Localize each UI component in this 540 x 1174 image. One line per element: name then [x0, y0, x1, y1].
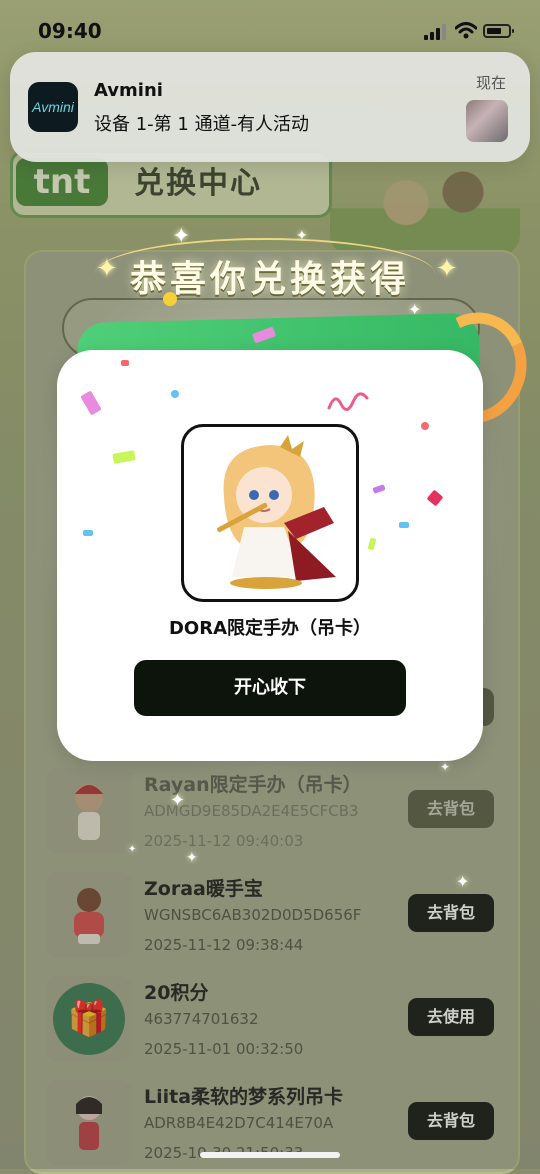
confetti — [426, 489, 444, 507]
prize-image — [181, 424, 359, 602]
notification-message: 设备 1-第 1 通道-有人活动 — [94, 114, 310, 135]
confetti — [171, 390, 179, 398]
confetti — [367, 537, 377, 551]
sparkle-icon: ✦ — [172, 224, 191, 249]
confetti — [80, 390, 102, 416]
sparkle-icon: ✦ — [186, 850, 198, 866]
prize-name: DORA限定手办（吊卡） — [168, 618, 372, 639]
home-indicator[interactable] — [200, 1152, 340, 1158]
sparkle-icon: ✦ — [128, 844, 137, 855]
cellular-signal-icon — [424, 24, 446, 40]
confetti — [121, 360, 129, 366]
confetti — [399, 522, 409, 528]
confetti — [372, 484, 386, 494]
dora-figure-image — [217, 435, 336, 589]
wifi-icon — [455, 22, 477, 39]
confetti — [421, 422, 429, 430]
redeem-success-modal: DORA限定手办（吊卡） 开心收下 — [57, 292, 483, 761]
app-icon: Avmini — [28, 82, 78, 132]
sparkle-icon: ✦ — [440, 760, 451, 774]
squiggle-decoration — [327, 392, 369, 411]
sparkle-icon: ✦ — [96, 254, 118, 284]
notification-time: 现在 — [475, 74, 506, 92]
accept-button[interactable]: 开心收下 — [134, 660, 406, 716]
notification-app-name: Avmini — [94, 80, 163, 101]
confetti — [163, 292, 177, 306]
notification-banner[interactable]: Avmini Avmini 设备 1-第 1 通道-有人活动 现在 — [10, 52, 530, 162]
congrats-heading: 恭喜你兑换获得 — [129, 259, 410, 300]
sparkle-icon: ✦ — [296, 228, 308, 244]
confetti — [83, 530, 93, 536]
battery-icon — [483, 24, 514, 38]
confetti — [112, 450, 136, 464]
notification-thumbnail — [466, 100, 508, 142]
sparkle-icon: ✦ — [456, 872, 470, 891]
status-bar: 09:40 — [0, 0, 540, 50]
status-time: 09:40 — [38, 19, 102, 43]
sparkle-icon: ✦ — [436, 254, 458, 284]
sparkle-icon: ✦ — [170, 790, 186, 811]
